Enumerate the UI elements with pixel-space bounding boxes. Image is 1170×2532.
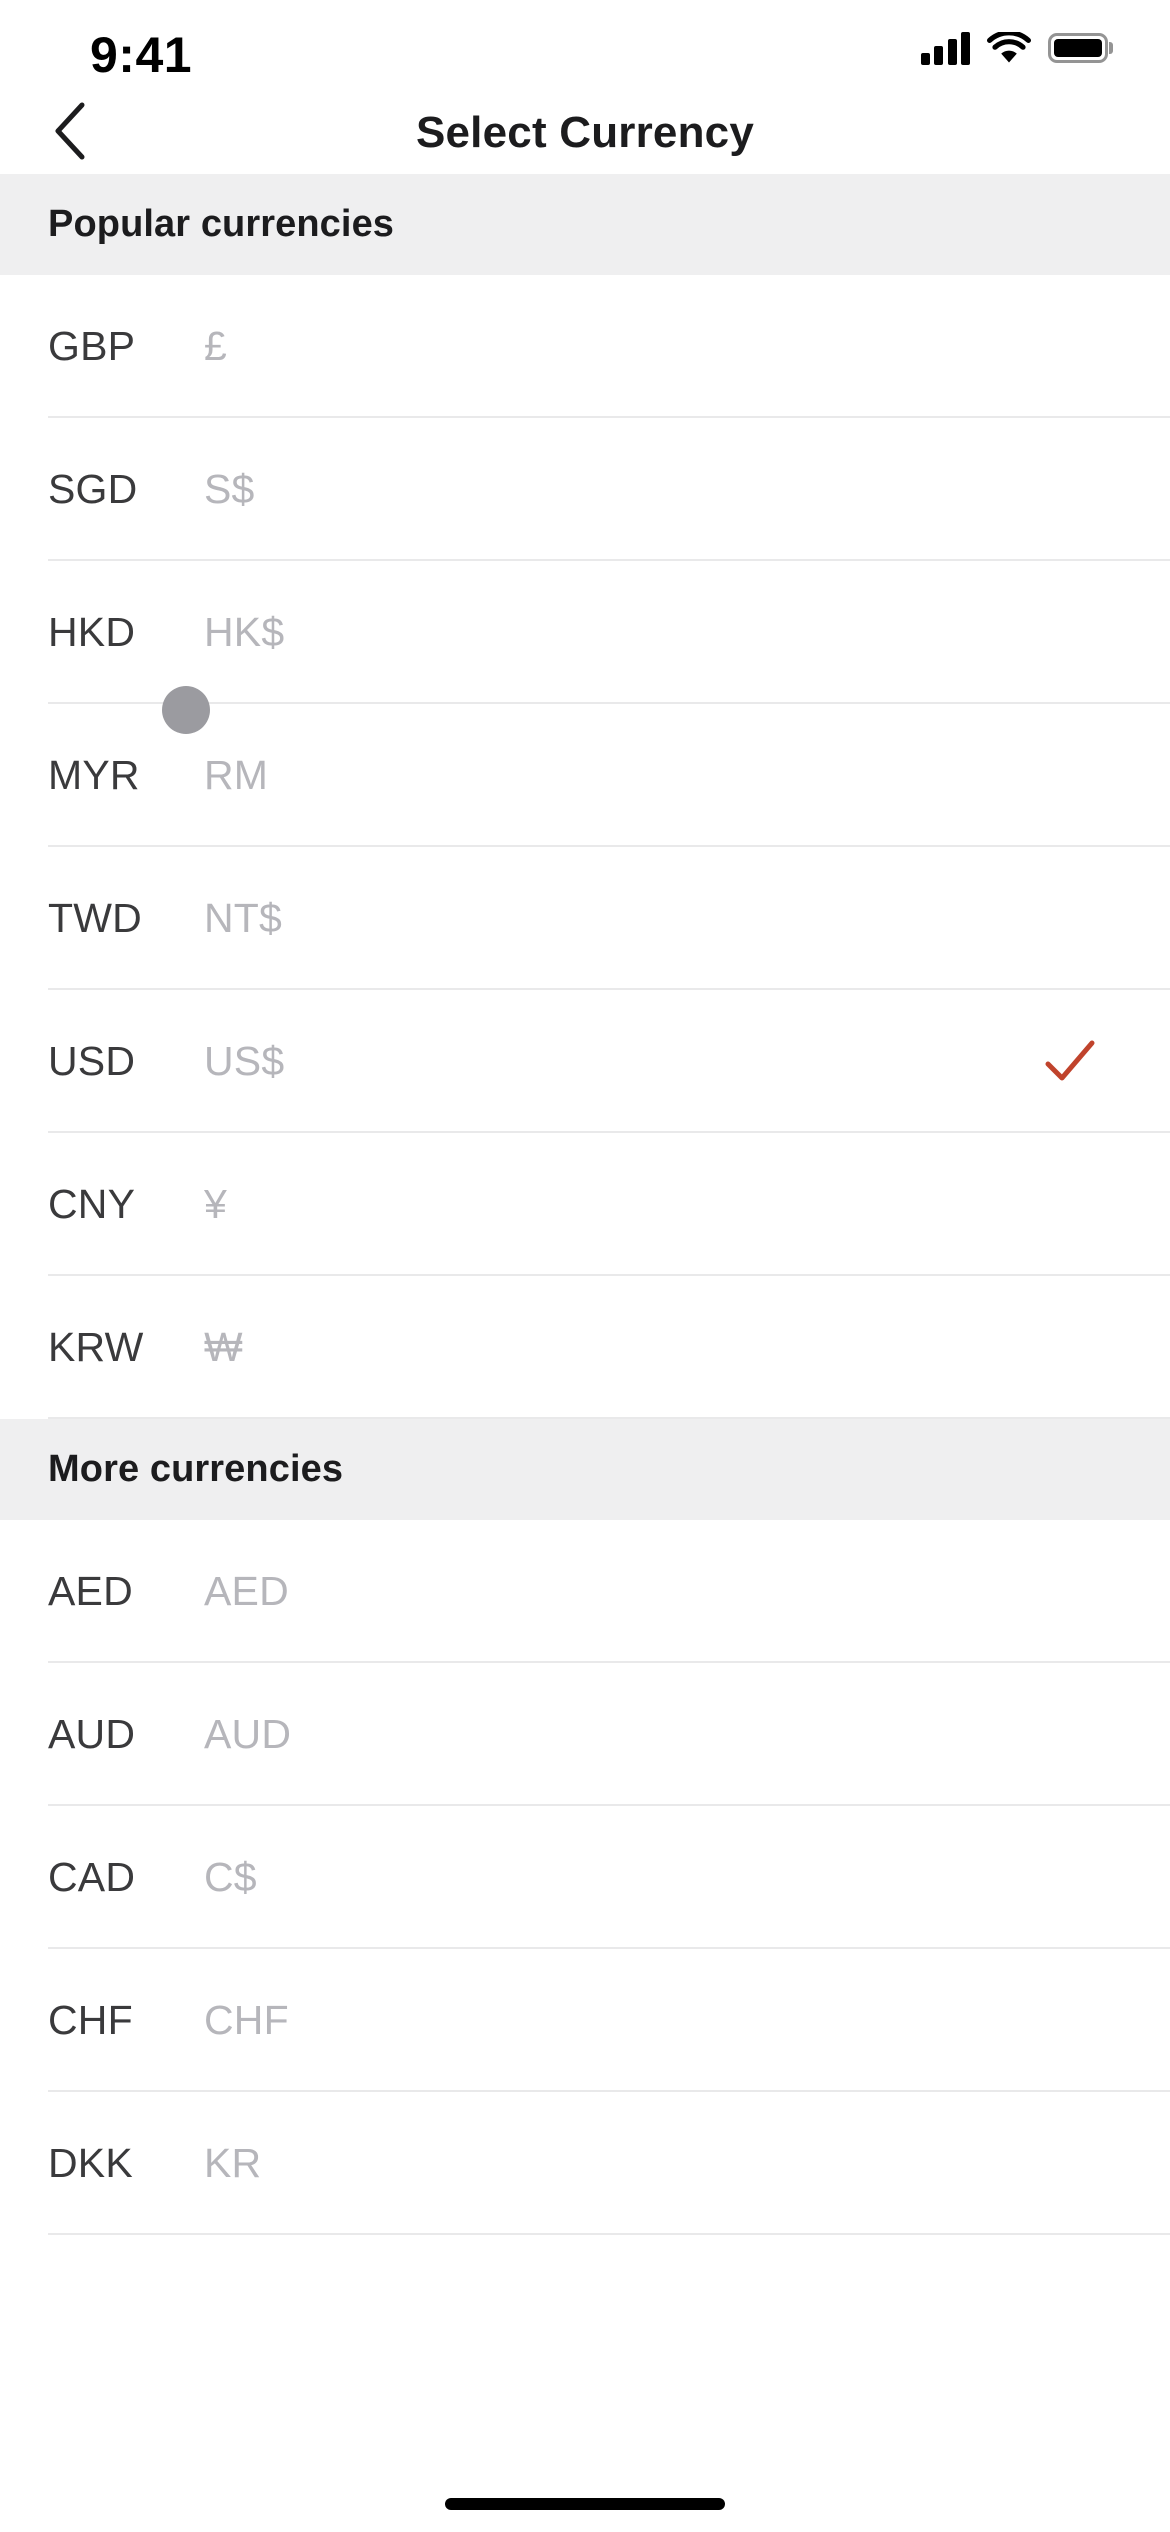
currency-code: CHF: [48, 1997, 133, 2043]
currency-code: USD: [48, 1038, 136, 1084]
currency-code: CAD: [48, 1854, 136, 1900]
currency-symbol: HK$: [204, 609, 285, 655]
currency-row[interactable]: TWD NT$: [0, 847, 1170, 990]
status-bar-indicators: [920, 26, 1108, 70]
currency-symbol: AED: [204, 1568, 289, 1614]
checkmark-icon: [1042, 1034, 1098, 1090]
home-indicator: [445, 2498, 725, 2510]
section-header: Popular currencies: [0, 174, 1170, 275]
wifi-icon: [987, 31, 1031, 65]
currency-code: KRW: [48, 1324, 144, 1370]
currency-row[interactable]: CHF CHF: [0, 1949, 1170, 2092]
section-header: More currencies: [0, 1419, 1170, 1520]
currency-row[interactable]: DKK KR: [0, 2092, 1170, 2235]
currency-symbol: C$: [204, 1854, 257, 1900]
currency-code: AUD: [48, 1711, 136, 1757]
currency-symbol: RM: [204, 752, 269, 798]
currency-row[interactable]: AUD AUD: [0, 1663, 1170, 1806]
currency-symbol: US$: [204, 1038, 285, 1084]
currency-code: MYR: [48, 752, 140, 798]
status-bar-time: 9:41: [90, 27, 193, 83]
currency-row[interactable]: HKD HK$: [0, 561, 1170, 704]
currency-list[interactable]: Popular currencies GBP £ SGD S$ HKD HK$ MYR RM TW…: [0, 174, 1170, 2532]
currency-symbol: AUD: [204, 1711, 292, 1757]
currency-row[interactable]: KRW ₩: [0, 1276, 1170, 1419]
battery-icon: [1048, 33, 1108, 63]
currency-code: DKK: [48, 2140, 133, 2186]
currency-code: GBP: [48, 323, 136, 369]
status-bar: 9:41: [0, 0, 1170, 92]
currency-code: TWD: [48, 895, 142, 941]
currency-row[interactable]: USD US$: [0, 990, 1170, 1133]
currency-row[interactable]: GBP £: [0, 275, 1170, 418]
currency-symbol: S$: [204, 466, 255, 512]
currency-code: CNY: [48, 1181, 136, 1227]
back-button[interactable]: [22, 92, 118, 174]
currency-row[interactable]: CNY ¥: [0, 1133, 1170, 1276]
currency-row[interactable]: CAD C$: [0, 1806, 1170, 1949]
currency-symbol: ¥: [204, 1181, 228, 1227]
currency-symbol: KR: [204, 2140, 262, 2186]
currency-symbol: NT$: [204, 895, 283, 941]
currency-row[interactable]: AED AED: [0, 1520, 1170, 1663]
currency-symbol: CHF: [204, 1997, 289, 2043]
currency-code: HKD: [48, 609, 136, 655]
currency-symbol: £: [204, 323, 228, 369]
cellular-signal-icon: [920, 31, 970, 65]
currency-code: AED: [48, 1568, 133, 1614]
currency-row[interactable]: SGD S$: [0, 418, 1170, 561]
navigation-bar: Select Currency: [0, 92, 1170, 174]
currency-code: SGD: [48, 466, 138, 512]
back-chevron-icon: [50, 99, 90, 168]
currency-row[interactable]: MYR RM: [0, 704, 1170, 847]
phone-screen: 9:41 Select Currency Popular currencies …: [0, 0, 1170, 2532]
page-title: Select Currency: [415, 108, 755, 157]
currency-symbol: ₩: [204, 1324, 243, 1370]
